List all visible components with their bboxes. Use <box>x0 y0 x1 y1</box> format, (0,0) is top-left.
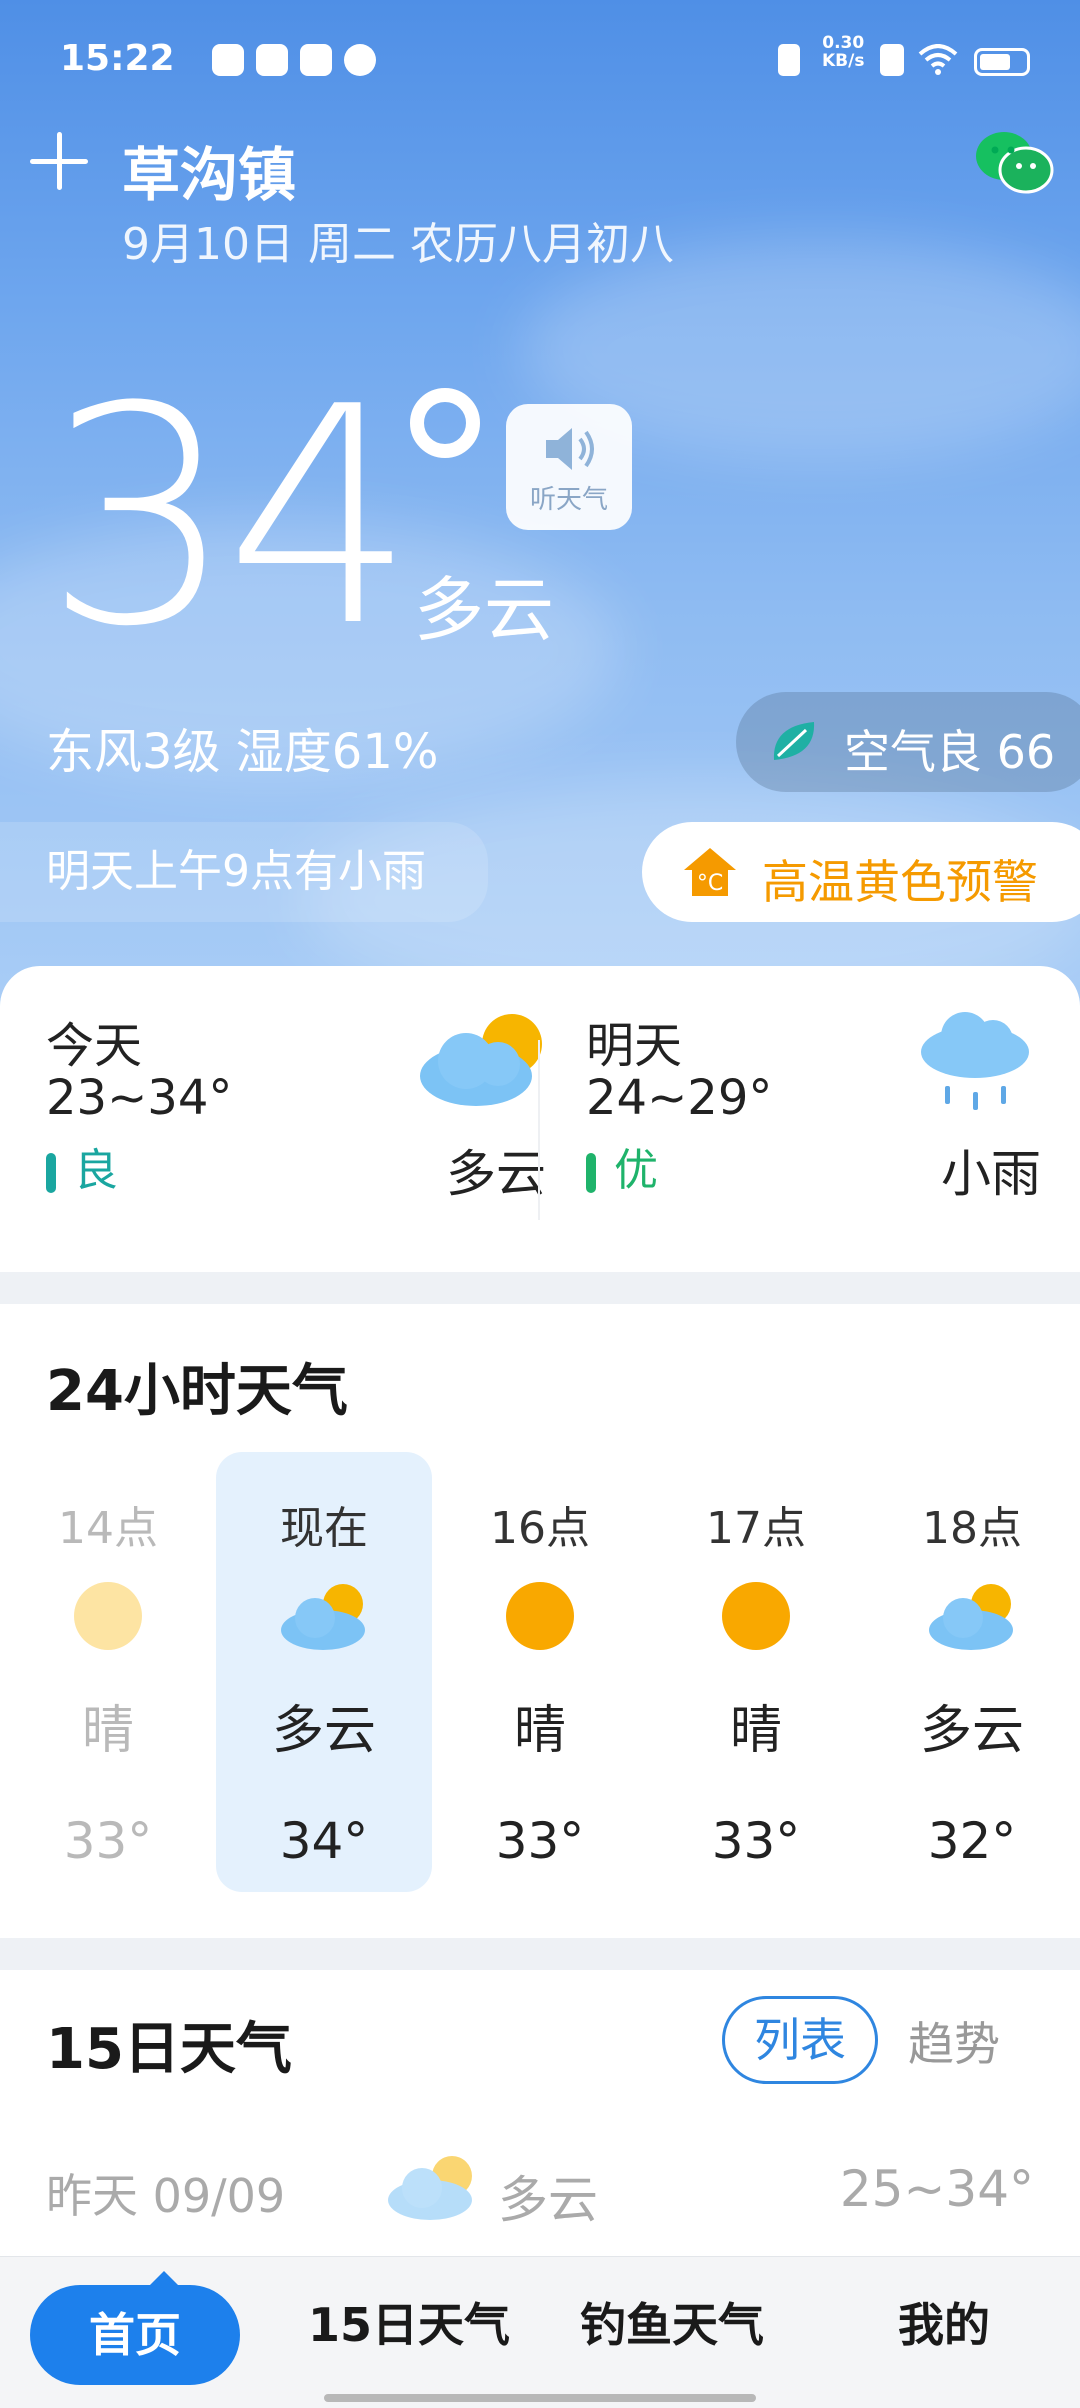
sunny-icon <box>74 1582 142 1650</box>
wind-humidity: 东风3级 湿度61% <box>46 724 439 780</box>
partly-cloudy-icon <box>281 1584 365 1650</box>
alert-label: 高温黄色预警 <box>762 855 1038 909</box>
fifteen-day-title: 15日天气 <box>46 2017 292 2082</box>
battery-icon <box>974 48 1030 76</box>
card-divider <box>538 1040 540 1220</box>
partly-cloudy-icon <box>420 1014 542 1106</box>
status-time: 15:22 <box>60 38 175 79</box>
today-aq-text: 良 <box>74 1145 118 1196</box>
location-name[interactable]: 草沟镇 <box>122 128 296 212</box>
tomorrow-aq-text: 优 <box>614 1145 658 1196</box>
hour-label: 16点 <box>490 1503 590 1554</box>
rain-forecast-note[interactable]: 明天上午9点有小雨 <box>0 822 488 922</box>
current-temperature: 34 <box>44 343 416 692</box>
air-quality-button[interactable]: 空气良 66 <box>736 692 1080 792</box>
today-tomorrow-card: 今天 23~34° 良 多云 明天 24~29° 优 小雨 <box>0 966 1080 1272</box>
aq-indicator-bar <box>46 1153 56 1193</box>
partly-cloudy-icon <box>929 1584 1013 1650</box>
hour-label: 现在 <box>280 1503 368 1554</box>
hour-condition: 晴 <box>513 1701 566 1761</box>
list-view-toggle[interactable]: 列表 <box>722 1996 878 2084</box>
yesterday-label: 昨天 09/09 <box>46 2169 286 2223</box>
listen-weather-button[interactable]: 听天气 <box>506 404 632 530</box>
nav-mine-tab[interactable]: 我的 <box>898 2289 990 2355</box>
nav-fishing-tab[interactable]: 钓鱼天气 <box>580 2289 764 2355</box>
today-air-quality: 良 <box>46 1134 118 1198</box>
net-speed: 0.30 KB/s <box>822 34 864 70</box>
hour-temp: 34° <box>279 1812 369 1870</box>
hour-label: 17点 <box>706 1503 806 1554</box>
bottom-nav: 首页 15日天气 钓鱼天气 我的 <box>0 2256 1080 2408</box>
tomorrow-summary[interactable]: 明天 24~29° 优 小雨 <box>586 1006 1041 1236</box>
svg-text:°C: °C <box>697 871 723 896</box>
app-icon <box>344 44 376 76</box>
tomorrow-air-quality: 优 <box>586 1134 658 1198</box>
current-condition: 多云 <box>414 569 554 651</box>
aq-indicator-bar <box>586 1153 596 1193</box>
hour-condition: 多云 <box>271 1701 376 1761</box>
hour-temp: 33° <box>711 1812 801 1870</box>
message-icon <box>256 44 288 76</box>
nav-home-tab[interactable]: 首页 <box>30 2271 240 2385</box>
trend-view-toggle[interactable]: 趋势 <box>908 2008 1000 2074</box>
tomorrow-label: 明天 <box>586 1018 683 1074</box>
today-condition: 多云 <box>446 1145 546 1203</box>
net-speed-value: 0.30 <box>822 33 865 53</box>
listen-weather-label: 听天气 <box>529 485 608 515</box>
light-rain-icon <box>921 1012 1029 1110</box>
yesterday-condition: 多云 <box>498 2171 598 2229</box>
hour-condition: 晴 <box>729 1701 782 1761</box>
sunny-icon <box>722 1582 790 1650</box>
status-bar: 15:22 0.30 KB/s <box>60 34 1030 88</box>
hour-temp: 33° <box>63 1812 153 1870</box>
date-label: 9月10日 周二 农历八月初八 <box>122 219 674 270</box>
partly-cloudy-icon <box>388 2156 472 2220</box>
degree-symbol <box>410 388 480 458</box>
hour-condition: 多云 <box>919 1701 1024 1761</box>
net-speed-unit: KB/s <box>822 51 865 71</box>
wechat-share-icon[interactable] <box>974 128 1054 198</box>
add-city-button[interactable] <box>30 132 88 190</box>
hourly-title: 24小时天气 <box>46 1359 348 1424</box>
hour-label: 14点 <box>58 1503 158 1554</box>
hour-item-now[interactable]: 现在 多云 34° <box>216 1452 432 1892</box>
inbox-icon <box>300 44 332 76</box>
hour-condition: 晴 <box>81 1701 134 1761</box>
hourly-forecast-card: 24小时天气 14点 晴 33° 现在 多云 34° 16点 晴 33° 17点… <box>0 1304 1080 1938</box>
hour-item[interactable]: 18点 多云 32° <box>864 1452 1080 1892</box>
vibrate-icon <box>778 44 800 76</box>
weather-hero: 15:22 0.30 KB/s 草沟镇 9月10日 周二 农历八月初八 34 听… <box>0 0 1080 1010</box>
tomorrow-range: 24~29° <box>586 1070 773 1126</box>
sim-off-icon <box>880 44 904 76</box>
notification-icon <box>212 44 244 76</box>
today-range: 23~34° <box>46 1070 233 1126</box>
sunny-icon <box>506 1582 574 1650</box>
hour-temp: 33° <box>495 1812 585 1870</box>
today-label: 今天 <box>46 1018 143 1074</box>
warning-house-icon: °C <box>684 848 736 896</box>
air-quality-label: 空气良 66 <box>844 725 1056 779</box>
hour-item[interactable]: 17点 晴 33° <box>648 1452 864 1892</box>
hour-item[interactable]: 16点 晴 33° <box>432 1452 648 1892</box>
speaker-icon <box>546 428 594 470</box>
home-indicator[interactable] <box>324 2394 756 2402</box>
hour-temp: 32° <box>927 1812 1017 1870</box>
yesterday-range: 25~34° <box>839 2160 1034 2218</box>
leaf-icon <box>773 722 815 760</box>
tomorrow-condition: 小雨 <box>941 1145 1041 1203</box>
high-temp-alert-button[interactable]: °C 高温黄色预警 <box>642 822 1080 922</box>
fifteen-day-card: 15日天气 列表 趋势 昨天 09/09 多云 25~34° <box>0 1970 1080 2270</box>
wifi-icon <box>918 44 958 75</box>
hour-item[interactable]: 14点 晴 33° <box>0 1452 216 1892</box>
hour-label: 18点 <box>922 1503 1022 1554</box>
today-summary[interactable]: 今天 23~34° 良 多云 <box>46 1006 546 1236</box>
nav-15day-tab[interactable]: 15日天气 <box>308 2289 510 2355</box>
